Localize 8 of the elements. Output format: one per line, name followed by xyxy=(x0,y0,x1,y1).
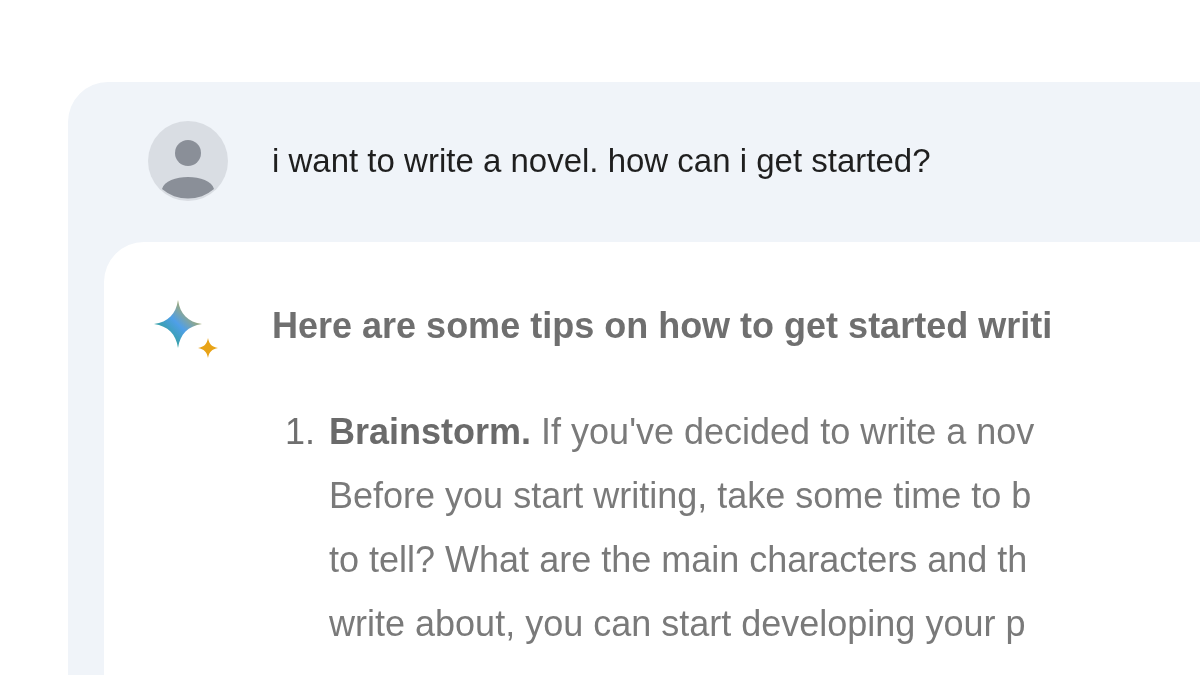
user-prompt: i want to write a novel. how can i get started? xyxy=(272,141,931,182)
list-number: 1. xyxy=(285,410,316,454)
response-heading: Here are some tips on how to get started writi xyxy=(272,304,1053,348)
response-text-line: to tell? What are the main characters and th xyxy=(329,538,1029,582)
response-text-line: write about, you can start developing your p xyxy=(329,602,1027,646)
avatar-icon xyxy=(148,121,228,201)
response-text-line: Brainstorm. If you've decided to write a nov xyxy=(329,410,1035,454)
response-text-line: Before you start writing, take some time to b xyxy=(329,474,1033,518)
